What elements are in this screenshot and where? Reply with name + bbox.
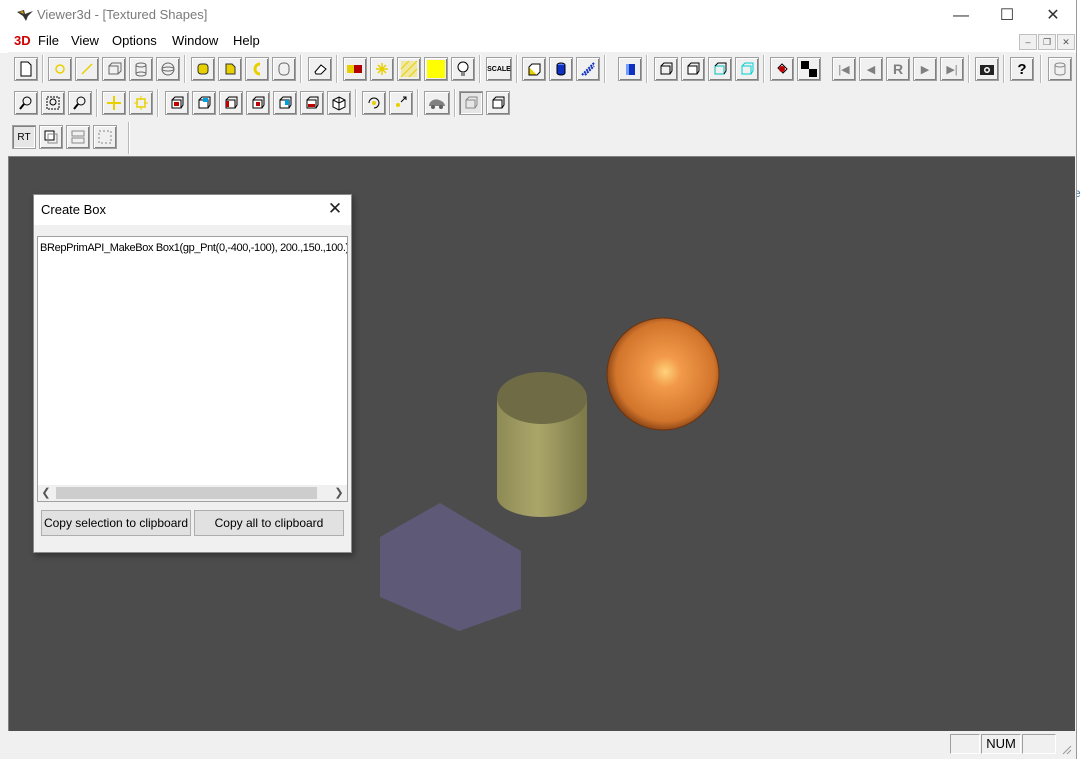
toolbar-view [8,86,520,120]
new-file-icon[interactable] [14,57,38,81]
wire-icon[interactable] [576,57,600,81]
cylinder-icon[interactable] [129,57,153,81]
reset-view-icon[interactable] [424,91,450,115]
dialog-title: Create Box [41,202,107,217]
dialog-close-icon[interactable]: ✕ [325,199,345,219]
status-pane-caps [950,734,980,754]
mdi-close-button[interactable]: ✕ [1057,34,1075,50]
zoom-icon[interactable] [14,91,38,115]
rotate-point-icon[interactable] [389,91,413,115]
app-icon [17,10,33,21]
title-bar: Viewer3d - [Textured Shapes] — ☐ ✕ [0,0,1076,31]
scroll-right-icon[interactable]: ❯ [331,485,347,501]
view-right-icon[interactable] [246,91,270,115]
fillet-icon[interactable] [191,57,215,81]
scroll-thumb[interactable] [56,487,317,499]
status-pane-scroll [1022,734,1056,754]
box-icon[interactable] [102,57,126,81]
view-back-icon[interactable] [192,91,216,115]
raytrace-button[interactable]: RT [12,125,36,149]
line-icon[interactable] [75,57,99,81]
fragment-icon[interactable] [770,57,794,81]
light-icon[interactable] [370,57,394,81]
menu-window[interactable]: Window [172,33,218,48]
scroll-left-icon[interactable]: ❮ [38,485,54,501]
horizontal-scrollbar[interactable]: ❮ ❯ [38,485,347,501]
status-pane-num: NUM [981,734,1021,754]
mdi-restore-button[interactable]: ❐ [1038,34,1056,50]
bulb-icon[interactable] [451,57,475,81]
view-axo-icon[interactable] [327,91,351,115]
copy-selection-button[interactable]: Copy selection to clipboard [41,510,191,536]
shadows-icon[interactable] [39,125,63,149]
code-textarea[interactable]: BRepPrimAPI_MakeBox Box1(gp_Pnt(0,-400,-… [37,236,348,502]
mdi-document-icon[interactable]: 3D [14,33,31,48]
cylinder-shape[interactable] [497,372,587,517]
chamfer-icon[interactable] [218,57,242,81]
rotate-icon[interactable] [362,91,386,115]
window-title: Viewer3d - [Textured Shapes] [37,7,208,22]
box-shape[interactable] [380,503,521,631]
fit-all-icon[interactable] [68,91,92,115]
toolbar-main: SCALE |◀ ◀ R ▶ ▶| ? [8,52,1074,86]
menu-help[interactable]: Help [233,33,260,48]
global-pan-icon[interactable] [129,91,153,115]
maximize-button[interactable]: ☐ [984,0,1030,31]
reset-button[interactable]: R [886,57,910,81]
color-icon[interactable] [343,57,367,81]
box-mode3-icon[interactable] [708,57,732,81]
cylinder-blue-icon[interactable] [549,57,573,81]
help-icon[interactable]: ? [1010,57,1034,81]
toolbar-raytrace: RT [8,120,126,156]
box-mode2-icon[interactable] [681,57,705,81]
first-icon[interactable]: |◀ [832,57,856,81]
zoom-window-icon[interactable] [41,91,65,115]
code-line: BRepPrimAPI_MakeBox Box1(gp_Pnt(0,-400,-… [40,242,348,254]
shell-icon[interactable] [245,57,269,81]
hlr-on-icon[interactable] [486,91,510,115]
texture-icon[interactable] [397,57,421,81]
material-icon[interactable] [424,57,448,81]
create-box-dialog: Create Box ✕ BRepPrimAPI_MakeBox Box1(gp… [33,194,352,553]
menu-view[interactable]: View [71,33,99,48]
checker-icon[interactable] [797,57,821,81]
reflections-icon[interactable] [66,125,90,149]
erase-icon[interactable] [308,57,332,81]
pan-icon[interactable] [102,91,126,115]
view-left-icon[interactable] [219,91,243,115]
box-mode4-icon[interactable] [735,57,759,81]
hlr-off-icon[interactable] [459,91,483,115]
last-icon[interactable]: ▶| [940,57,964,81]
menu-file[interactable]: File [38,33,59,48]
status-bar: NUM [0,731,1076,759]
view-bottom-icon[interactable] [300,91,324,115]
point-icon[interactable] [48,57,72,81]
close-button[interactable]: ✕ [1030,0,1076,31]
box-mode1-icon[interactable] [654,57,678,81]
sphere-icon[interactable] [156,57,180,81]
scale-button[interactable]: SCALE [486,57,512,81]
blue-box-icon[interactable] [618,57,642,81]
sphere-shape[interactable] [606,317,720,431]
antialias-icon[interactable] [93,125,117,149]
menu-options[interactable]: Options [112,33,157,48]
prev-icon[interactable]: ◀ [859,57,883,81]
camera-icon[interactable] [975,57,999,81]
view-top-icon[interactable] [273,91,297,115]
size-grip-icon[interactable] [1060,743,1072,755]
view-front-icon[interactable] [165,91,189,115]
minimize-button[interactable]: — [938,0,984,31]
menu-bar: 3D File View Options Window Help [0,31,1076,53]
shading-icon[interactable] [522,57,546,81]
dialog-title-bar: Create Box ✕ [34,195,351,225]
revolve-icon[interactable] [272,57,296,81]
next-icon[interactable]: ▶ [913,57,937,81]
db-icon[interactable] [1048,57,1072,81]
copy-all-button[interactable]: Copy all to clipboard [194,510,344,536]
mdi-minimize-button[interactable]: – [1019,34,1037,50]
